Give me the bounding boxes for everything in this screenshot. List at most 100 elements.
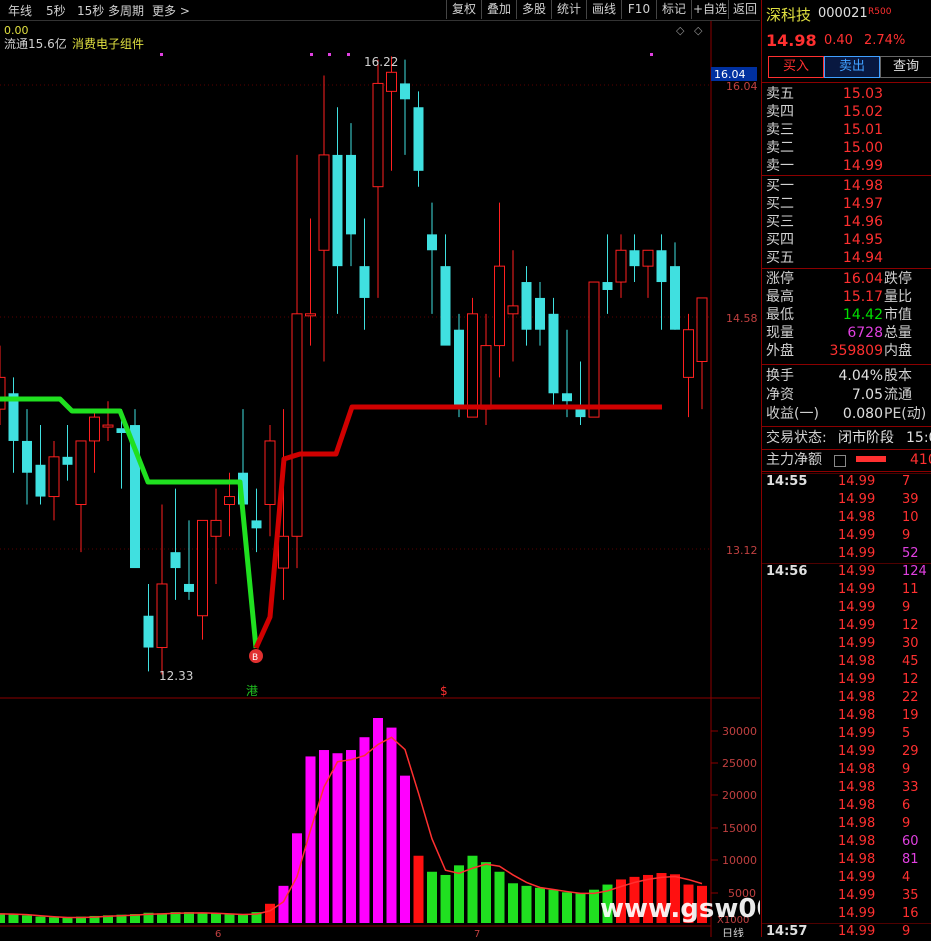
candle-down [602,282,613,290]
stat-label-2: 总量 [884,325,912,341]
tick-volume: 33 [902,780,919,795]
candle-up [156,583,168,649]
buy-button[interactable]: 买入 [768,56,824,78]
candle-down [535,297,545,330]
volume-bar [157,913,167,923]
volume-bar [224,914,235,923]
volume-bar [589,889,599,923]
candle-down [521,282,532,330]
ask-row[interactable]: 卖二 15.00 [766,139,931,157]
volume-tick-20000: 20000 [722,789,757,802]
quote-panel: 深科技 000021 R500 14.98 0.40 2.74% 买入 卖出 查… [761,0,931,939]
price-change-pct: 2.74% [864,33,906,48]
bid-row[interactable]: 买四 14.95 [766,231,931,249]
stats-button[interactable]: 统计 [551,0,586,19]
list-icon[interactable] [834,455,846,467]
mark-button[interactable]: 标记 [656,0,691,19]
candle-down [454,329,464,410]
candle-down [332,154,343,267]
bid-row[interactable]: 买一 14.98 [766,177,931,195]
adjust-button[interactable]: 复权 [446,0,481,19]
bid-row[interactable]: 买二 14.97 [766,195,931,213]
tick-row: 14.98 22 [762,689,931,707]
f10-button[interactable]: F10 [621,0,656,19]
tick-row: 14.99 35 [762,887,931,905]
tick-row: 14:57 14.99 9 [762,923,931,941]
hk-connect-marker[interactable]: 港 [246,684,258,698]
back-button[interactable]: 返回 [728,0,761,19]
period-multi[interactable]: 多周期 [108,2,144,19]
bid-price: 14.95 [842,232,883,248]
stat-row: 最高 15.17 量比 [766,288,931,306]
bid-price: 14.94 [842,250,883,266]
draw-line-button[interactable]: 画线 [586,0,621,19]
diamond-icon[interactable]: ◇ [676,24,685,37]
ask-row[interactable]: 卖一 14.99 [766,157,931,175]
stat-value: 14.42 [842,307,883,323]
candle-up [197,519,208,617]
volume-bar [548,889,559,923]
candle-up [467,313,478,418]
overlay-button[interactable]: 叠加 [481,0,516,19]
ask-row[interactable]: 卖三 15.01 [766,121,931,139]
volume-bar [8,914,19,923]
kline-chart[interactable]: 0.00 流通15.6亿 消费电子组件 16.22 12.33 16.04 14… [0,21,863,940]
stat-label-2: PE(动) [884,406,927,422]
sell-button[interactable]: 卖出 [824,56,880,78]
period-15s[interactable]: 15秒 [77,2,104,19]
tick-volume: 10 [902,510,919,525]
divider [762,426,931,427]
volume-bar [413,855,424,923]
candle-up [102,424,114,428]
volume-bar [535,887,545,923]
candle-down [413,107,424,171]
kline-chart-area[interactable]: 0.00 流通15.6亿 消费电子组件 16.22 12.33 16.04 14… [0,21,863,940]
candle-up [318,154,330,251]
price-tick-low: 13.12 [726,544,758,557]
bid-price: 14.97 [842,196,883,212]
dollar-marker[interactable]: $ [440,684,448,698]
candle-up [615,249,627,283]
tick-price: 14.99 [838,906,876,921]
bid-label: 买二 [766,196,794,212]
stat-label-2: 内盘 [884,343,912,359]
tick-row: 14.98 60 [762,833,931,851]
period-5s[interactable]: 5秒 [46,2,66,19]
multi-stock-button[interactable]: 多股 [516,0,551,19]
tick-price: 14.99 [838,528,876,543]
tick-price: 14.99 [838,672,876,687]
candle-down [346,154,356,235]
close-panel-icon[interactable]: ◇ [694,24,703,37]
candle-up [494,265,505,347]
tick-volume: 9 [902,528,911,543]
candle-down [562,393,572,402]
stat-label: 现量 [766,325,794,341]
signal-dot [310,53,313,56]
trade-status-row: 交易状态: 闭市阶段 15:0 [766,429,931,447]
tick-row: 14.99 29 [762,743,931,761]
bid-price: 14.98 [842,178,883,194]
price-tick-high: 16.04 [726,80,758,93]
volume-bar [481,862,491,923]
tick-price: 14.98 [838,654,876,669]
period-more[interactable]: 更多 > [152,2,190,19]
candle-down [629,250,640,267]
query-button[interactable]: 查询 [880,56,931,78]
ask-row[interactable]: 卖五 15.03 [766,85,931,103]
stat-label: 最高 [766,289,794,305]
volume-bar [0,913,5,923]
period-year[interactable]: 年线 [8,2,32,19]
bid-row[interactable]: 买五 14.94 [766,249,931,267]
volume-bar [62,917,73,923]
tick-price: 14.99 [838,870,876,885]
candle-up [264,440,276,506]
volume-bar [346,750,356,923]
tick-volume: 60 [902,834,919,849]
candle-down [440,266,451,346]
volume-bar [332,753,343,923]
buy-signal-letter: B [252,653,258,663]
bid-row[interactable]: 买三 14.96 [766,213,931,231]
add-watchlist-button[interactable]: +自选 [691,0,728,19]
ask-row[interactable]: 卖四 15.02 [766,103,931,121]
sector-label[interactable]: 消费电子组件 [72,37,144,51]
